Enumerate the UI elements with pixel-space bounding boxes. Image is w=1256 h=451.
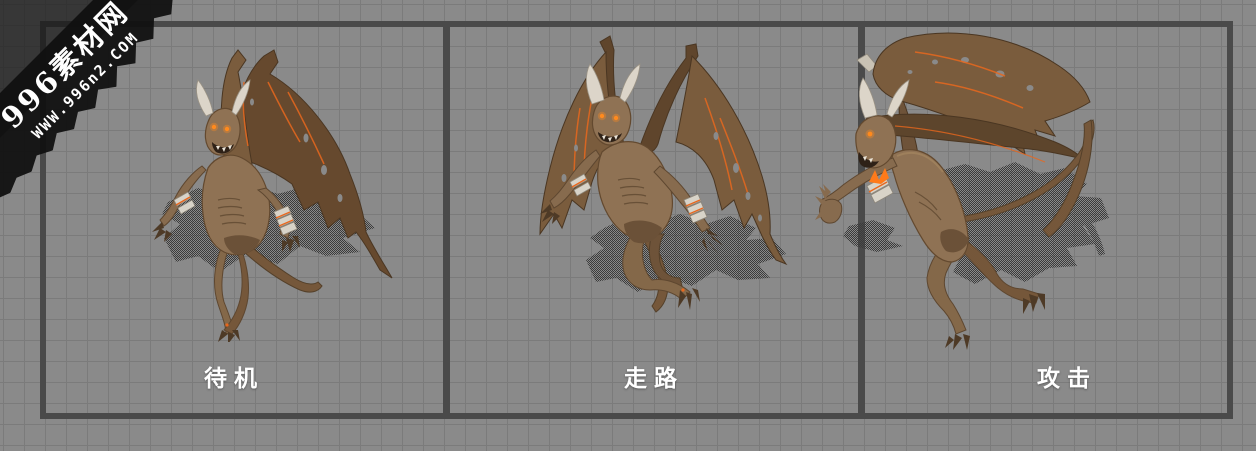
model-preview-stage: 待机 走路 攻击 996素材网 WWW.996n2.COM — [0, 0, 1256, 451]
demon-attack-render — [815, 32, 1109, 350]
pose-label-attack: 攻击 — [1037, 365, 1097, 392]
panel-divider-1 — [443, 21, 450, 419]
demon-idle-render — [152, 49, 393, 342]
pose-label-walk: 走路 — [624, 365, 684, 392]
demon-walk-render — [539, 35, 788, 313]
pose-label-idle: 待机 — [204, 365, 264, 392]
